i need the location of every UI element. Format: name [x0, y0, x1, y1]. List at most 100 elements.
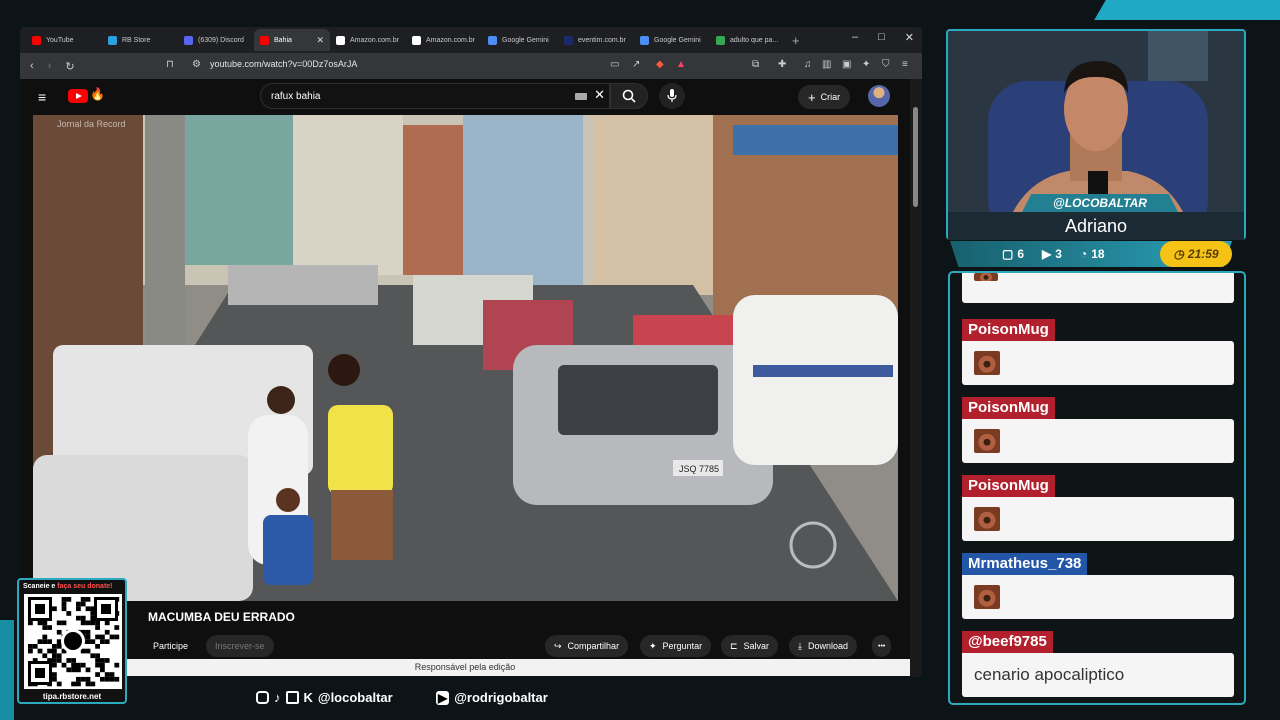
- reload-icon[interactable]: ↻: [65, 60, 74, 73]
- browser-tab[interactable]: Google Gemini: [634, 29, 710, 51]
- browser-tab[interactable]: YouTube: [26, 29, 102, 51]
- kick-icon: ◔: [1079, 247, 1088, 261]
- close-window-button[interactable]: ✕: [905, 31, 914, 44]
- video-player[interactable]: JSQ 7785 Jornal da Record: [33, 115, 898, 601]
- music-icon[interactable]: ♫: [804, 59, 812, 70]
- background-accent: [1094, 0, 1280, 20]
- ask-button[interactable]: ✦ Perguntar: [640, 635, 712, 657]
- clock-icon: ◷: [1173, 247, 1184, 261]
- chat-message-body: [962, 341, 1234, 385]
- browser-tab[interactable]: (6309) Discord: [178, 29, 254, 51]
- plus-icon: +: [808, 89, 816, 105]
- chat-username: PoisonMug: [962, 319, 1055, 341]
- minimize-button[interactable]: –: [852, 31, 858, 44]
- tab-favicon-icon: [32, 35, 41, 45]
- tab-title: Amazon.com.br: [426, 36, 476, 44]
- browser-tab[interactable]: Amazon.com.br: [406, 29, 482, 51]
- chat-message: PoisonMug: [962, 397, 1234, 463]
- create-button[interactable]: + Criar: [798, 85, 851, 109]
- video-actions: Participe Inscrever-se ↪ Compartilhar ✦ Pe…: [20, 635, 922, 657]
- more-actions-button[interactable]: •••: [872, 635, 892, 657]
- emote-icon: [974, 507, 1000, 531]
- chat-username: PoisonMug: [962, 397, 1055, 419]
- browser-tab[interactable]: Google Gemini: [482, 29, 558, 51]
- tab-favicon-icon: [716, 35, 725, 45]
- window-controls: – □ ✕: [852, 31, 914, 44]
- share-label: Compartilhar: [567, 641, 620, 651]
- sidebar-icon[interactable]: ▥: [822, 59, 831, 70]
- vpn-icon[interactable]: ⛉: [882, 59, 890, 70]
- tab-title: eventim.com.br: [578, 36, 626, 44]
- wallet-icon[interactable]: ▣: [842, 59, 851, 70]
- browser-tab[interactable]: Amazon.com.br: [330, 29, 406, 51]
- site-settings-icon[interactable]: ⚙: [192, 59, 201, 70]
- subscribe-button[interactable]: Inscrever-se: [206, 635, 274, 657]
- maximize-button[interactable]: □: [878, 31, 885, 44]
- share-icon: ↪: [554, 640, 562, 651]
- hamburger-menu-icon[interactable]: ≡: [38, 89, 46, 105]
- video-title: MACUMBA DEU ERRADO: [148, 610, 295, 624]
- chat-message: @beef9785 cenario apocaliptico: [962, 631, 1234, 697]
- share-button[interactable]: ↪ Compartilhar: [545, 635, 629, 657]
- caption-bar: Responsável pela edição: [20, 659, 910, 676]
- extensions-icon[interactable]: ⧉: [752, 59, 759, 70]
- tab-title: Amazon.com.br: [350, 36, 400, 44]
- browser-tab[interactable]: Bahia ✕: [254, 29, 330, 51]
- join-button[interactable]: Participe: [145, 635, 197, 657]
- tab-favicon-icon: [260, 35, 269, 45]
- browser-tab[interactable]: RB Store: [102, 29, 178, 51]
- tab-title: Bahia: [274, 36, 292, 44]
- social-handles: ♪ K @locobaltar: [256, 690, 393, 705]
- browser-tab[interactable]: eventim.com.br: [558, 29, 634, 51]
- license-plate: JSQ 7785: [679, 464, 719, 474]
- download-button[interactable]: ⤓ Download: [789, 635, 858, 657]
- twitch-icon: [285, 691, 299, 704]
- youtube-logo[interactable]: [68, 89, 88, 103]
- search-value: rafux bahia: [271, 90, 321, 102]
- leo-icon[interactable]: ✦: [862, 59, 870, 70]
- social-handle-2: @rodrigobaltar: [454, 690, 548, 705]
- puzzle-icon[interactable]: ✚: [778, 59, 786, 70]
- qr-code: [24, 594, 122, 689]
- keyboard-icon[interactable]: [575, 93, 587, 100]
- close-tab-icon[interactable]: ✕: [316, 35, 324, 46]
- microphone-icon: [667, 89, 677, 102]
- brave-shield-icon[interactable]: ◆: [656, 59, 664, 70]
- chat-message: Mrmatheus_738: [962, 553, 1234, 619]
- youtube-page: ≡ 🔥 rafux bahia ✕ + Criar JSQ 7785 Jorna…: [20, 79, 922, 677]
- tab-favicon-icon: [488, 35, 497, 45]
- tab-title: YouTube: [46, 36, 74, 44]
- qr-caption: Scaneie e faça seu donate!: [23, 583, 113, 590]
- new-tab-button[interactable]: +: [792, 33, 800, 48]
- browser-tab[interactable]: adulto que pa...: [710, 29, 786, 51]
- url-field[interactable]: youtube.com/watch?v=00Dz7osArJA: [210, 59, 357, 69]
- tab-title: RB Store: [122, 36, 151, 44]
- tiktok-icon: ♪: [274, 690, 281, 705]
- search-input[interactable]: rafux bahia ✕: [260, 83, 610, 109]
- tab-favicon-icon: [184, 35, 193, 45]
- tab-favicon-icon: [564, 35, 573, 45]
- stat-value: 6: [1017, 247, 1025, 261]
- clear-search-icon[interactable]: ✕: [594, 87, 605, 103]
- tab-favicon-icon: [108, 35, 117, 45]
- save-button[interactable]: ⊏ Salvar: [721, 635, 779, 657]
- tab-bar: YouTube RB Store (6309) Discord Bahia ✕ Amazo…: [20, 27, 922, 53]
- stream-handle: @LOCOBALTAR: [1022, 194, 1178, 212]
- qr-caption-text: Scaneie e: [23, 583, 56, 590]
- chat-message: PoisonMug: [962, 319, 1234, 385]
- share-icon[interactable]: ↗: [632, 59, 640, 70]
- screen-icon[interactable]: ▭: [610, 59, 619, 70]
- stat-subs: ▢ 6: [1002, 247, 1024, 261]
- bookmark-icon[interactable]: ⊓: [166, 59, 174, 70]
- chat-message-body: cenario apocaliptico: [962, 653, 1234, 697]
- rewards-icon[interactable]: ▲: [676, 59, 686, 70]
- account-avatar[interactable]: [868, 85, 890, 107]
- menu-icon[interactable]: ≡: [902, 59, 908, 70]
- forward-icon[interactable]: ›: [48, 60, 52, 72]
- search-button[interactable]: [610, 83, 648, 109]
- chat-text: cenario apocaliptico: [974, 665, 1125, 684]
- voice-search-button[interactable]: [659, 83, 685, 109]
- back-icon[interactable]: ‹: [30, 60, 34, 72]
- emote-icon: [974, 429, 1000, 453]
- scrollbar-thumb[interactable]: [913, 107, 918, 207]
